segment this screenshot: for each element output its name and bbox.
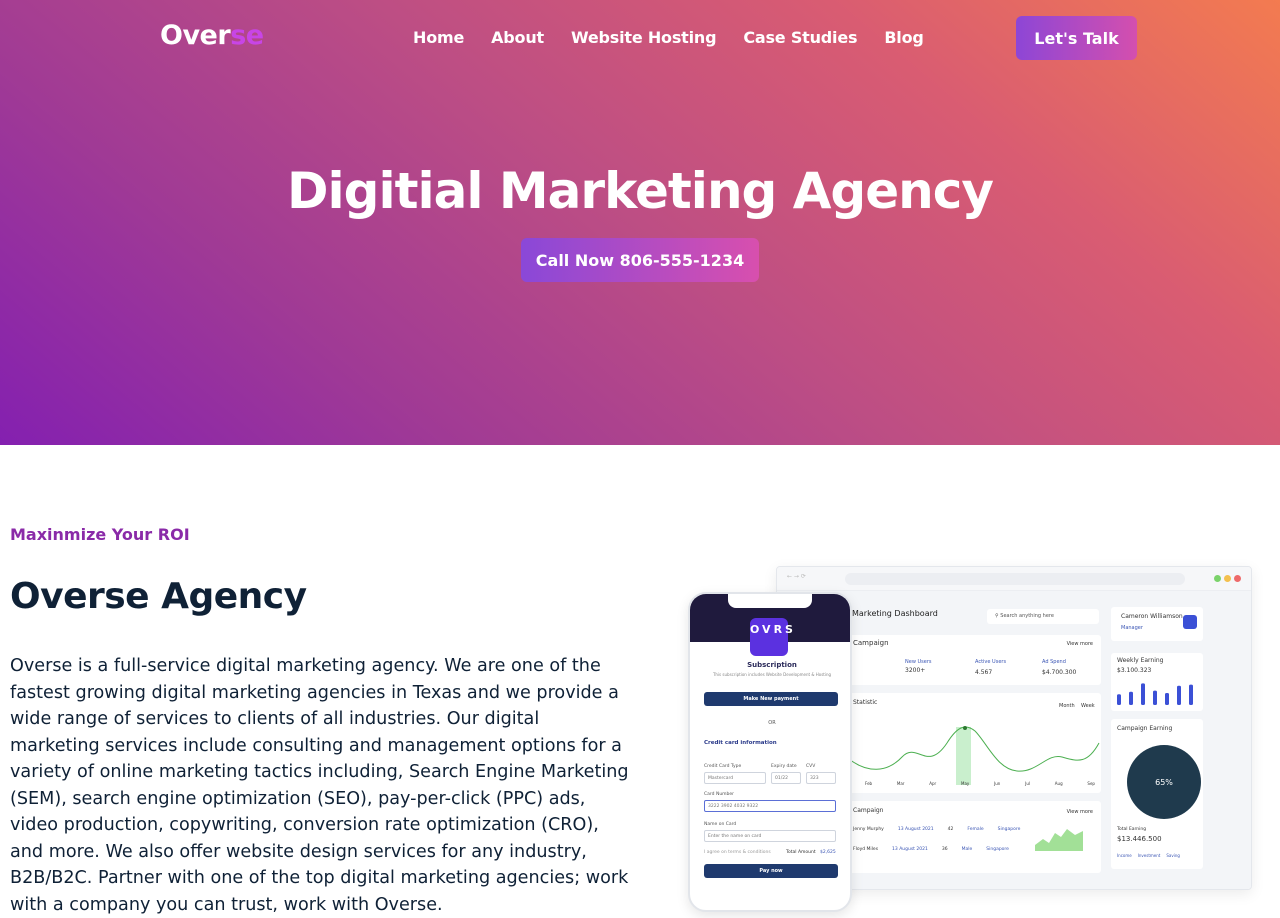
total-earning-value: $13.446.500	[1117, 835, 1162, 843]
make-payment-button: Make New payment	[704, 692, 838, 706]
trend-line	[848, 726, 1100, 772]
main-nav: Home About Website Hosting Case Studies …	[413, 28, 924, 47]
month-tick: Aug	[1054, 781, 1063, 786]
name-field: Enter the name on card	[704, 830, 836, 842]
stat-label: New Users	[905, 659, 932, 665]
logo[interactable]: Overse	[160, 20, 264, 51]
phone-logo: OVRS	[750, 618, 793, 656]
card-number-field: 3222 3902 4032 9322	[704, 800, 836, 812]
weekly-earning-card: Weekly Earning $3.100.323	[1111, 653, 1203, 711]
field-label: Card Number	[704, 792, 735, 797]
hero-title: Digitial Marketing Agency	[287, 162, 994, 220]
pay-now-button: Pay now	[704, 864, 838, 878]
campaign-table-card: Campaign View more Jenny Murphy 13 Augus…	[847, 801, 1101, 873]
user-role: Manager	[1121, 625, 1143, 631]
expiry-field: 01/22	[771, 772, 801, 784]
view-more-link: View more	[1066, 641, 1093, 647]
about-paragraph: Overse is a full-service digital marketi…	[10, 656, 629, 915]
sparkline	[1035, 829, 1083, 851]
user-name: Cameron Williamson	[1121, 613, 1183, 620]
weekly-bar	[1165, 693, 1169, 705]
month-tick: Feb	[865, 781, 873, 786]
nav-about[interactable]: About	[491, 28, 544, 47]
field-label: Name on Card	[704, 822, 737, 827]
browser-url-bar	[845, 573, 1185, 585]
total-value: $2,625	[820, 850, 836, 855]
stat-label: Ad Spend	[1042, 659, 1066, 665]
month-tick: Jun	[994, 781, 1001, 786]
campaign-card: Campaign View more New Users 3200+ Activ…	[847, 635, 1101, 685]
month-tick: Jul	[1025, 781, 1030, 786]
nav-website-hosting[interactable]: Website Hosting	[571, 28, 717, 47]
nav-case-studies[interactable]: Case Studies	[743, 28, 857, 47]
dashboard-search: ⚲ Search anything here	[987, 609, 1099, 624]
phone-mockup: OVRS Subscription This subscription incl…	[688, 592, 852, 912]
tab-week: Week	[1081, 703, 1095, 709]
month-tick: Apr	[929, 781, 937, 786]
month-tick: May	[961, 781, 970, 786]
donut-legend: Income Investment Saving	[1117, 853, 1180, 858]
statistic-card: Statistic Month Week Feb Mar Apr May Jun…	[847, 693, 1101, 793]
weekly-bar	[1117, 694, 1121, 705]
logo-main: Over	[160, 20, 231, 51]
weekly-label: Weekly Earning	[1117, 657, 1164, 664]
weekly-bar-chart	[1117, 683, 1193, 705]
card-type-field: Mastercard	[704, 772, 766, 784]
campaign-earning-label: Campaign Earning	[1117, 725, 1173, 732]
statistic-label: Statistic	[853, 699, 878, 706]
stat-value: $4.700.300	[1042, 669, 1077, 676]
campaign-table-label: Campaign	[853, 807, 884, 814]
profile-card: Cameron Williamson Manager	[1111, 607, 1203, 641]
credit-card-title: Credit card information	[704, 740, 777, 746]
total-earning-label: Total Earning	[1117, 827, 1147, 832]
agree-text: I agree on terms & conditions	[704, 850, 771, 855]
stat-value: 3200+	[905, 667, 926, 674]
section-eyebrow: Maxinmize Your ROI	[10, 525, 190, 544]
phone-notch	[728, 594, 812, 608]
weekly-bar	[1141, 683, 1145, 705]
stat-label: Active Users	[975, 659, 1007, 665]
phone-subscription-title: Subscription	[747, 661, 797, 669]
total-label: Total Amount	[786, 850, 816, 855]
browser-bar: ← → ⟳	[777, 567, 1251, 591]
weekly-bar	[1153, 690, 1157, 705]
month-tick: Sep	[1087, 781, 1095, 786]
month-axis: Feb Mar Apr May Jun Jul Aug Sep	[865, 781, 1095, 786]
lets-talk-button[interactable]: Let's Talk	[1016, 16, 1137, 60]
browser-nav-icons: ← → ⟳	[787, 573, 806, 580]
tab-month: Month	[1059, 703, 1075, 709]
nav-home[interactable]: Home	[413, 28, 464, 47]
dashboard-title: Marketing Dashboard	[852, 609, 938, 618]
section-title: Overse Agency	[10, 576, 307, 617]
weekly-bar	[1129, 691, 1133, 705]
call-now-button[interactable]: Call Now 806-555-1234	[521, 238, 759, 282]
field-label: CVV	[806, 764, 816, 769]
field-label: Credit Card Type	[704, 764, 742, 769]
point-marker	[963, 726, 967, 730]
table-row: Floyd Miles 13 August 2021 36 Male Singa…	[853, 847, 1009, 852]
weekly-bar	[1177, 685, 1181, 705]
weekly-value: $3.100.323	[1117, 667, 1152, 674]
campaign-label: Campaign	[853, 639, 889, 647]
view-more-link: View more	[1066, 809, 1093, 815]
campaign-donut: 65%	[1127, 745, 1201, 819]
settings-icon	[1183, 615, 1197, 629]
phone-or: OR	[768, 720, 776, 726]
stat-value: 4.567	[975, 669, 993, 676]
highlight-bar	[956, 727, 971, 785]
nav-blog[interactable]: Blog	[884, 28, 924, 47]
window-dots	[1214, 575, 1241, 582]
campaign-earning-card: Campaign Earning 65% Total Earning $13.4…	[1111, 719, 1203, 869]
logo-accent: se	[230, 20, 264, 51]
cvv-field: 323	[806, 772, 836, 784]
weekly-bar	[1189, 684, 1193, 705]
hero-section: Overse Home About Website Hosting Case S…	[0, 0, 1280, 445]
phone-sub-text: This subscription includes Website Devel…	[712, 672, 832, 677]
field-label: Expiry date	[771, 764, 797, 769]
month-tick: Mar	[896, 781, 905, 786]
table-row: Jenny Murphy 13 August 2021 42 Female Si…	[853, 827, 1021, 832]
